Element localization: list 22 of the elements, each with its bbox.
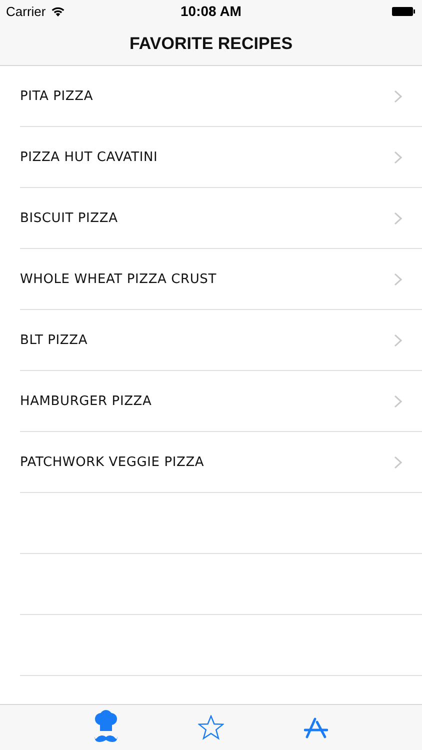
recipe-row[interactable]: WHOLE WHEAT PIZZA CRUST	[20, 249, 422, 310]
recipe-row[interactable]: PATCHWORK VEGGIE PIZZA	[20, 432, 422, 493]
chevron-icon	[394, 394, 402, 408]
wifi-icon	[50, 6, 65, 16]
tab-button[interactable]	[196, 713, 226, 742]
nav-title: FAVORITE RECIPES	[129, 34, 293, 54]
chevron-icon	[394, 456, 402, 468]
recipe-row[interactable]: BLT PIZZA	[20, 310, 422, 371]
recipe-row[interactable]: PIZZA HUT CAVATINI	[20, 127, 422, 188]
status-time: 10:08 AM	[180, 3, 242, 19]
chevron-icon	[394, 334, 402, 346]
star-icon	[198, 715, 224, 740]
chevron-icon	[394, 272, 402, 286]
recipe-row[interactable]: BISCUIT PIZZA	[20, 188, 422, 249]
chevron-icon	[394, 150, 402, 164]
recipe-row[interactable]: PITA PIZZA	[20, 66, 422, 127]
battery-icon	[392, 6, 416, 16]
app-store-icon	[304, 716, 328, 740]
chevron-icon	[394, 90, 402, 102]
carrier-label: Carrier	[6, 4, 46, 18]
recipe-row[interactable]: HAMBURGER PIZZA	[20, 371, 422, 432]
chevron-icon	[394, 212, 402, 224]
